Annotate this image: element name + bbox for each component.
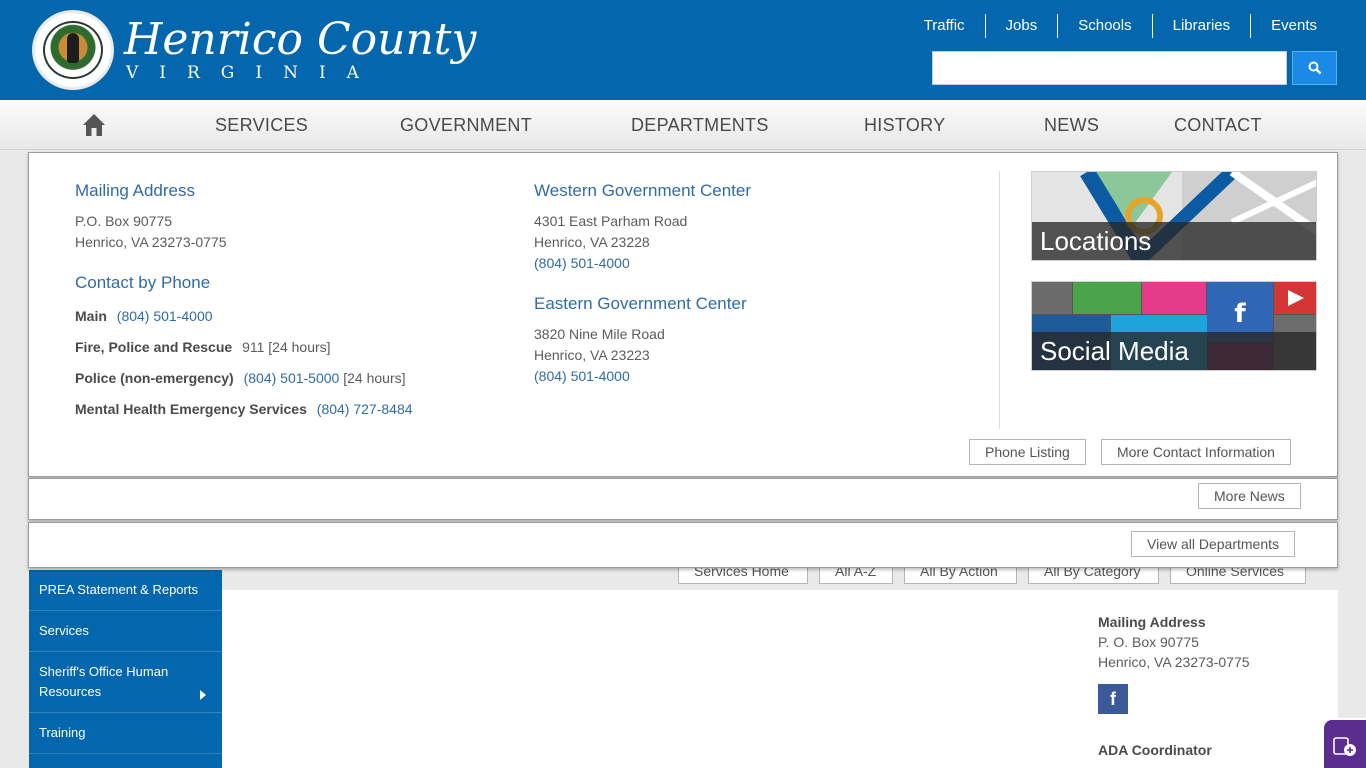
mailing-line2: Henrico, VA 23273-0775: [1098, 654, 1250, 670]
contact-column-main: Mailing Address P.O. Box 90775 Henrico, …: [75, 181, 515, 420]
nav-history[interactable]: HISTORY: [864, 115, 945, 136]
eastern-phone-link[interactable]: (804) 501-4000: [534, 368, 630, 384]
main-content: [222, 590, 1088, 768]
phone-link-mental-health[interactable]: (804) 727-8484: [317, 401, 413, 417]
phone-label: Police (non-emergency): [75, 370, 234, 386]
western-center-heading: Western Government Center: [534, 181, 751, 200]
utility-link-libraries[interactable]: Libraries: [1151, 14, 1251, 38]
phone-listing-button[interactable]: Phone Listing: [969, 439, 1086, 465]
caret-right-icon: [200, 690, 206, 700]
nav-contact[interactable]: CONTACT: [1174, 115, 1262, 136]
eastern-line2: Henrico, VA 23223: [534, 347, 650, 363]
contact-dropdown-panel: Mailing Address P.O. Box 90775 Henrico, …: [28, 152, 1338, 477]
nav-news[interactable]: NEWS: [1044, 115, 1099, 136]
accessibility-button[interactable]: [1322, 718, 1366, 768]
nav-departments[interactable]: DEPARTMENTS: [631, 115, 769, 136]
utility-link-jobs[interactable]: Jobs: [984, 14, 1058, 38]
contact-by-phone-heading: Contact by Phone: [75, 273, 211, 292]
seal-emblem-icon: [43, 21, 103, 79]
utility-link-schools[interactable]: Schools: [1057, 14, 1151, 38]
mailing-line1: P. O. Box 90775: [1098, 634, 1199, 650]
utility-link-events[interactable]: Events: [1250, 14, 1338, 38]
nav-home-button[interactable]: [82, 113, 106, 142]
column-divider: [999, 171, 1000, 429]
phone-link-police[interactable]: (804) 501-5000: [244, 370, 340, 386]
phone-link-main[interactable]: (804) 501-4000: [117, 308, 213, 324]
main-nav: SERVICES GOVERNMENT DEPARTMENTS HISTORY …: [0, 100, 1366, 150]
sidebar-item-services[interactable]: Services: [29, 611, 222, 652]
sidebar-nav: PREA Statement & Reports Services Sherif…: [29, 570, 222, 768]
western-line1: 4301 East Parham Road: [534, 213, 688, 229]
phone-row-police: Police (non-emergency) (804) 501-5000 [2…: [75, 368, 515, 389]
ada-heading: ADA Coordinator: [1098, 742, 1212, 758]
mailing-line2: Henrico, VA 23273-0775: [75, 234, 227, 250]
nav-government[interactable]: GOVERNMENT: [400, 115, 532, 136]
utility-link-traffic[interactable]: Traffic: [904, 14, 985, 38]
sidebar-item-label: Sheriff's Office Human Resources: [39, 664, 169, 699]
social-media-tile-label: Social Media: [1032, 332, 1316, 370]
site-title[interactable]: Henrico County: [124, 18, 476, 62]
facebook-icon[interactable]: f: [1098, 684, 1128, 714]
eastern-line1: 3820 Nine Mile Road: [534, 326, 665, 342]
western-phone-link[interactable]: (804) 501-4000: [534, 255, 630, 271]
news-dropdown-strip: More News: [28, 478, 1338, 520]
phone-row-fire: Fire, Police and Rescue 911 [24 hours]: [75, 337, 515, 358]
phone-value: 911 [24 hours]: [242, 339, 331, 355]
home-icon: [83, 114, 105, 136]
nav-services[interactable]: SERVICES: [215, 115, 308, 136]
contact-column-centers: Western Government Center 4301 East Parh…: [534, 181, 934, 387]
mailing-line1: P.O. Box 90775: [75, 213, 173, 229]
svg-text:f: f: [1234, 299, 1246, 329]
search-icon: [1308, 61, 1321, 75]
mailing-address-heading: Mailing Address: [75, 181, 196, 200]
search-button[interactable]: [1292, 51, 1337, 85]
social-media-tile[interactable]: f Social Media: [1031, 281, 1317, 371]
view-all-departments-button[interactable]: View all Departments: [1131, 531, 1296, 557]
accessibility-icon: [1333, 737, 1356, 756]
phone-label: Main: [75, 308, 107, 324]
phone-row-main: Main (804) 501-4000: [75, 306, 515, 327]
western-line2: Henrico, VA 23228: [534, 234, 650, 250]
departments-dropdown-strip: View all Departments: [28, 522, 1338, 568]
locations-tile[interactable]: Locations: [1031, 171, 1317, 261]
sidebar-item-prea[interactable]: PREA Statement & Reports: [29, 570, 222, 611]
search-input[interactable]: [932, 51, 1287, 85]
locations-tile-label: Locations: [1032, 222, 1316, 260]
phone-label: Fire, Police and Rescue: [75, 339, 233, 355]
utility-nav: Traffic Jobs Schools Libraries Events: [904, 14, 1338, 38]
county-seal-logo[interactable]: [32, 10, 114, 90]
phone-label: Mental Health Emergency Services: [75, 401, 307, 417]
sidebar-item-hr[interactable]: Sheriff's Office Human Resources: [29, 652, 222, 713]
more-contact-information-button[interactable]: More Contact Information: [1101, 439, 1291, 465]
site-header: Henrico County VIRGINIA Traffic Jobs Sch…: [0, 0, 1366, 100]
right-info-column: Mailing Address P. O. Box 90775 Henrico,…: [1088, 590, 1338, 768]
phone-row-mental-health: Mental Health Emergency Services (804) 7…: [75, 399, 515, 420]
site-subtitle: VIRGINIA: [126, 63, 380, 83]
mailing-heading: Mailing Address: [1098, 614, 1206, 630]
eastern-center-heading: Eastern Government Center: [534, 294, 747, 313]
phone-note: [24 hours]: [343, 370, 406, 386]
more-news-button[interactable]: More News: [1198, 483, 1301, 509]
sidebar-item-training[interactable]: Training: [29, 713, 222, 754]
